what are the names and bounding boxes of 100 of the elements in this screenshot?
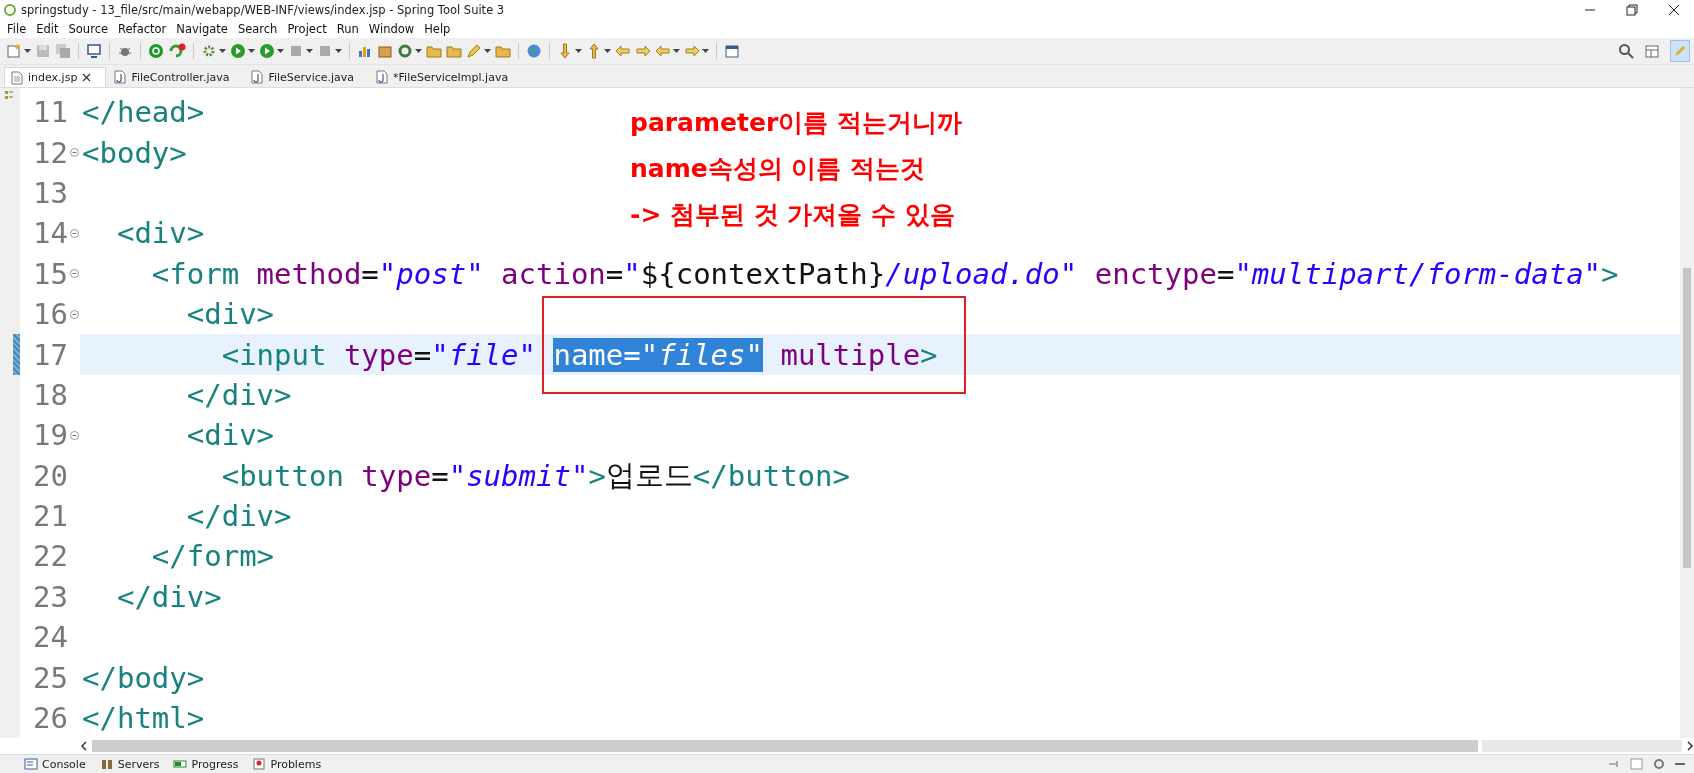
- panel-tab[interactable]: Progress: [171, 757, 241, 771]
- window-icon[interactable]: [724, 43, 740, 59]
- panel-tab[interactable]: Console: [22, 757, 88, 771]
- menu-item[interactable]: Window: [363, 22, 420, 36]
- leaf-logo-icon: [4, 4, 16, 16]
- code-token: multiple: [779, 337, 921, 372]
- code-token: "file": [431, 337, 537, 372]
- menu-item[interactable]: Run: [331, 22, 364, 36]
- code-token: </div>: [115, 579, 222, 614]
- code-token: </form>: [150, 539, 275, 574]
- globe-icon[interactable]: [526, 43, 542, 59]
- panel-tab[interactable]: Problems: [250, 757, 324, 771]
- scroll-right-icon[interactable]: [1686, 741, 1694, 751]
- code-token: ${contextPath}: [640, 256, 886, 291]
- cycle-icon[interactable]: [397, 43, 413, 59]
- stop-icon[interactable]: [148, 43, 164, 59]
- menu-item[interactable]: Help: [419, 22, 456, 36]
- menu-item[interactable]: Search: [232, 22, 283, 36]
- selected-code: "files": [640, 337, 763, 372]
- arrow-right-icon[interactable]: [635, 43, 651, 59]
- menu-item[interactable]: Navigate: [171, 22, 233, 36]
- menu-item[interactable]: File: [2, 22, 32, 36]
- line-number: 17: [32, 337, 68, 372]
- server-icon: [99, 758, 114, 770]
- close-icon[interactable]: [82, 73, 92, 82]
- editor-tab[interactable]: index.jsp: [4, 67, 107, 87]
- code-token: "post": [378, 256, 484, 291]
- menu-item[interactable]: Edit: [31, 22, 64, 36]
- panel-tab[interactable]: Servers: [97, 757, 162, 771]
- box-icon[interactable]: [377, 43, 393, 59]
- code-token: type: [360, 458, 432, 493]
- java-file-icon: [114, 70, 127, 84]
- code-token: type: [342, 337, 414, 372]
- caret-icon[interactable]: [219, 49, 226, 53]
- code-token: enctype: [1093, 256, 1217, 291]
- fold-icon[interactable]: [69, 430, 79, 440]
- caret-icon[interactable]: [484, 49, 491, 53]
- code-token: >: [588, 458, 606, 493]
- caret-icon[interactable]: [415, 49, 422, 53]
- folder-icon[interactable]: [446, 43, 462, 59]
- code-token: >: [1601, 256, 1619, 291]
- code-token: </div>: [185, 377, 292, 412]
- code-token: <div>: [115, 216, 205, 251]
- code-token: </head>: [82, 95, 205, 130]
- fold-icon[interactable]: [69, 269, 79, 279]
- line-number: 19: [32, 418, 68, 453]
- caret-icon[interactable]: [248, 49, 255, 53]
- line-number: 11: [32, 95, 68, 130]
- close-icon[interactable]: [1668, 4, 1680, 16]
- scrollbar-thumb[interactable]: [92, 740, 1478, 752]
- line-number: 21: [32, 499, 68, 534]
- menu-item[interactable]: Project: [282, 22, 332, 36]
- play-icon[interactable]: [259, 43, 275, 59]
- code-token: =: [361, 256, 379, 291]
- restore-icon[interactable]: [1626, 4, 1638, 16]
- line-number: 24: [32, 620, 68, 655]
- code-token: 업로드: [605, 456, 693, 494]
- scrollbar-thumb[interactable]: [1683, 268, 1691, 568]
- open-perspective-icon[interactable]: [1644, 43, 1660, 59]
- code-token: =: [413, 337, 432, 372]
- code-token: "submit": [448, 458, 589, 493]
- menu-item[interactable]: Source: [63, 22, 114, 36]
- java-file-icon: [251, 70, 264, 84]
- caret-icon[interactable]: [24, 49, 31, 53]
- editor-tab[interactable]: FileService.java: [245, 67, 369, 87]
- line-number: 18: [32, 377, 68, 412]
- monitor-icon[interactable]: [86, 43, 102, 59]
- search-icon[interactable]: [1618, 43, 1634, 59]
- line-number: 23: [32, 579, 68, 614]
- caret-icon[interactable]: [277, 49, 284, 53]
- caret-icon[interactable]: [306, 49, 313, 53]
- selected-code: =: [623, 337, 641, 372]
- fold-icon[interactable]: [69, 228, 79, 238]
- code-token: action: [500, 256, 606, 291]
- code-token: /upload.do": [885, 256, 1078, 291]
- line-number: 20: [32, 458, 68, 493]
- code-token: ": [623, 256, 641, 291]
- code-token: </button>: [692, 458, 850, 493]
- caret-icon[interactable]: [335, 49, 342, 53]
- editor-tab[interactable]: *FileServiceImpl.java: [370, 67, 523, 87]
- scroll-left-icon[interactable]: [80, 741, 88, 751]
- line-number: 25: [32, 660, 68, 695]
- play-icon[interactable]: [230, 43, 246, 59]
- line-number: 15: [32, 256, 68, 291]
- code-token: </body>: [82, 660, 205, 695]
- code-token: method: [255, 256, 362, 291]
- caret-icon[interactable]: [575, 49, 582, 53]
- caret-icon[interactable]: [673, 49, 680, 53]
- fold-icon[interactable]: [69, 309, 79, 319]
- editor-tab[interactable]: FileController.java: [108, 67, 244, 87]
- menu-item[interactable]: Refactor: [113, 22, 172, 36]
- disks-icon[interactable]: [55, 43, 71, 59]
- file-icon: [11, 70, 23, 85]
- caret-icon[interactable]: [702, 49, 709, 53]
- refresh-icon[interactable]: [168, 43, 186, 59]
- pen-icon: [1674, 45, 1686, 57]
- code-token: <div>: [185, 418, 275, 453]
- line-number: 14: [32, 216, 68, 251]
- caret-icon[interactable]: [604, 49, 611, 53]
- fold-icon[interactable]: [69, 148, 79, 158]
